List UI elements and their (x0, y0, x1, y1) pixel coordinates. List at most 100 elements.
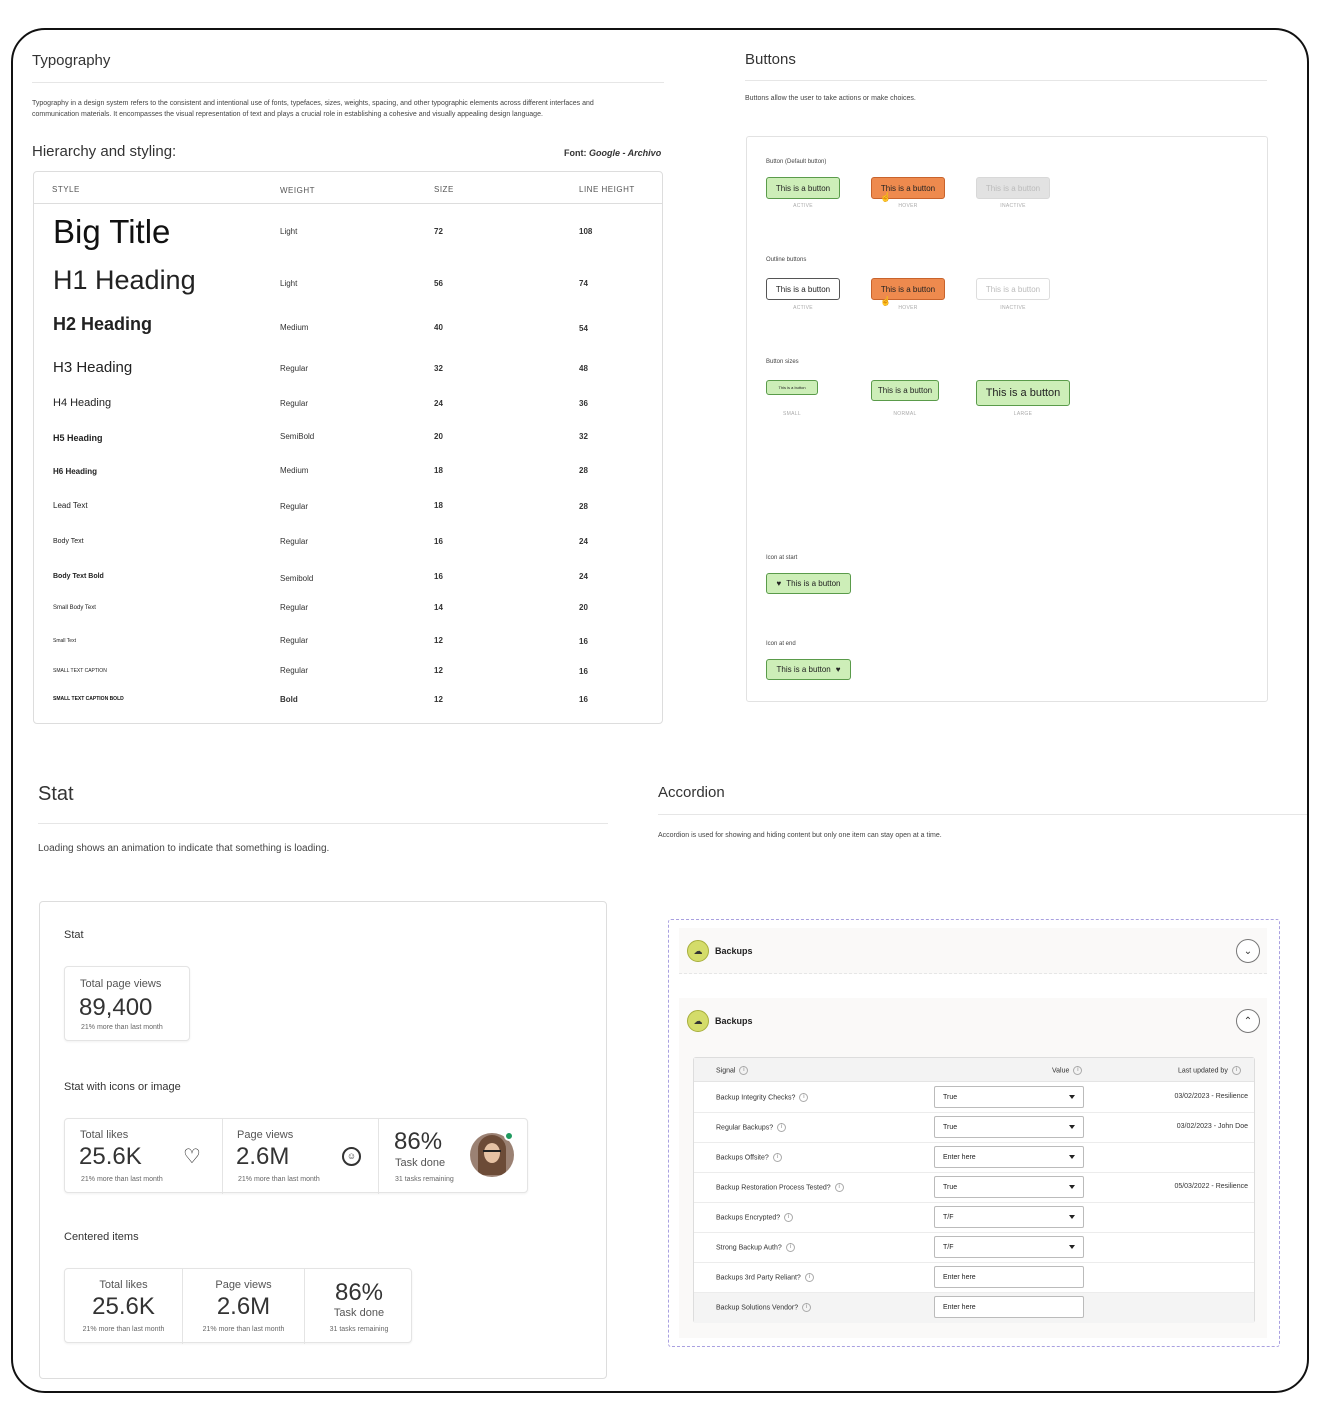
heart-icon: ♥ (776, 579, 782, 588)
value-select[interactable]: True (934, 1116, 1084, 1138)
button-small[interactable]: This is a button (766, 380, 818, 395)
value-select[interactable]: T/F (934, 1236, 1084, 1258)
caret-down-icon (1069, 1245, 1075, 1249)
caret-down-icon (1069, 1155, 1075, 1159)
signal-label: Backup Integrity Checks? i (716, 1093, 809, 1102)
heart-outline-icon: ♡ (183, 1146, 201, 1168)
col-header-size: SIZE (434, 185, 454, 194)
caret-down-icon (1069, 1185, 1075, 1189)
size-cell: 16 (434, 572, 443, 581)
value-select-text: T/F (943, 1243, 954, 1251)
weight-cell: Medium (280, 466, 309, 475)
line-height-cell: 24 (579, 572, 588, 581)
chevron-down-icon[interactable]: ⌄ (1236, 939, 1260, 963)
default-button-inactive[interactable]: This is a button (976, 177, 1050, 199)
outline-button-active[interactable]: This is a button (766, 278, 840, 300)
info-icon[interactable]: i (804, 1273, 814, 1282)
signal-label: Backups Encrypted? i (716, 1213, 794, 1222)
caret-down-icon (1069, 1215, 1075, 1219)
stat-help: 21% more than last month (81, 1176, 163, 1183)
outline-buttons-title: Outline buttons (766, 257, 807, 263)
size-cell: 16 (434, 537, 443, 546)
info-icon[interactable]: i (785, 1243, 795, 1252)
stat-value: 2.6M (236, 1143, 290, 1170)
size-cell: 40 (434, 323, 443, 332)
signal-text: Backups Offsite? (716, 1154, 769, 1162)
chevron-up-icon[interactable]: ⌃ (1236, 1009, 1260, 1033)
info-icon[interactable]: i (802, 1303, 812, 1312)
stat-divider (38, 823, 608, 824)
size-label-small: SMALL (783, 411, 801, 417)
accordion-description: Accordion is used for showing and hiding… (658, 832, 942, 839)
accordion-item-label: Backups (715, 1016, 753, 1026)
size-cell: 12 (434, 666, 443, 675)
row-divider (694, 1172, 1254, 1173)
heart-icon: ♥ (835, 665, 841, 674)
info-icon[interactable]: i (1073, 1066, 1083, 1075)
header-value: Value i (1052, 1066, 1083, 1075)
accordion-title: Accordion (658, 784, 725, 801)
value-select[interactable]: T/F (934, 1206, 1084, 1228)
caret-down-icon (1069, 1095, 1075, 1099)
stat-label: Task done (395, 1157, 446, 1169)
updated-by: 03/02/2023 - John Doe (1176, 1123, 1248, 1130)
signals-table: Signal i Value i Last updated by i Backup I… (693, 1057, 1255, 1323)
default-button-active[interactable]: This is a button (766, 177, 840, 199)
row-divider (694, 1232, 1254, 1233)
buttons-title: Buttons (745, 51, 796, 68)
info-icon[interactable]: i (739, 1066, 749, 1075)
signal-label: Backup Solutions Vendor? i (716, 1303, 812, 1312)
stat-title: Stat (38, 783, 74, 805)
signal-text: Backups 3rd Party Reliant? (716, 1274, 801, 1282)
icon-end-title: Icon at end (766, 641, 796, 647)
line-height-cell: 16 (579, 667, 588, 676)
button-icon-start[interactable]: ♥ This is a button (766, 573, 851, 594)
info-icon[interactable]: i (834, 1183, 844, 1192)
stat-label: Page views (215, 1279, 272, 1291)
weight-cell: Bold (280, 695, 298, 704)
info-icon[interactable]: i (799, 1093, 809, 1102)
info-icon[interactable]: i (772, 1153, 782, 1162)
line-height-cell: 20 (579, 603, 588, 612)
stat-value: 25.6K (92, 1293, 155, 1320)
button-icon-end[interactable]: This is a button ♥ (766, 659, 851, 680)
stat-label: Total page views (80, 978, 162, 990)
value-select[interactable]: Enter here (934, 1146, 1084, 1168)
state-label-inactive: INACTIVE (1000, 203, 1026, 209)
stat-card-icons: Total likes 25.6K 21% more than last mon… (64, 1118, 528, 1194)
accordion-item-header[interactable]: ☁ Backups ⌃ (679, 998, 1267, 1044)
info-icon[interactable]: i (784, 1213, 794, 1222)
state-label-active: ACTIVE (793, 203, 813, 209)
accordion-item-expanded: ☁ Backups ⌃ Signal i Value i Last updated … (679, 998, 1267, 1338)
weight-cell: Light (280, 279, 298, 288)
size-cell: 56 (434, 279, 443, 288)
col-header-line-height: LINE HEIGHT (579, 185, 635, 194)
button-icon-end-label: This is a button (776, 665, 831, 674)
value-text-input[interactable]: Enter here (934, 1266, 1084, 1288)
button-normal[interactable]: This is a button (871, 380, 939, 401)
stat-help: 31 tasks remaining (329, 1326, 389, 1333)
signal-label: Backups Offsite? i (716, 1153, 782, 1162)
value-select-text: Enter here (943, 1153, 976, 1161)
style-sample-small-body: Small Body Text (53, 605, 96, 611)
outline-button-inactive[interactable]: This is a button (976, 278, 1050, 300)
value-select[interactable]: True (934, 1086, 1084, 1108)
info-icon[interactable]: i (777, 1123, 787, 1132)
button-large[interactable]: This is a button (976, 380, 1070, 406)
value-select-text: True (943, 1183, 958, 1191)
stat-value: 89,400 (79, 994, 153, 1021)
updated-by: 05/03/2022 - Resilience (1174, 1183, 1248, 1190)
accordion-item-collapsed[interactable]: ☁ Backups ⌄ (679, 928, 1267, 974)
signal-text: Backup Solutions Vendor? (716, 1304, 799, 1312)
info-icon[interactable]: i (1231, 1066, 1241, 1075)
buttons-description: Buttons allow the user to take actions o… (745, 95, 916, 102)
value-text-input[interactable]: Enter here (934, 1296, 1084, 1318)
typography-description: Typography in a design system refers to … (32, 98, 672, 120)
value-input-placeholder: Enter here (943, 1303, 976, 1311)
weight-cell: Light (280, 227, 298, 236)
value-select[interactable]: True (934, 1176, 1084, 1198)
hierarchy-title: Hierarchy and styling: (32, 143, 177, 160)
row-divider (694, 1262, 1254, 1263)
style-sample-big-title: Big Title (53, 213, 171, 250)
size-cell: 12 (434, 636, 443, 645)
